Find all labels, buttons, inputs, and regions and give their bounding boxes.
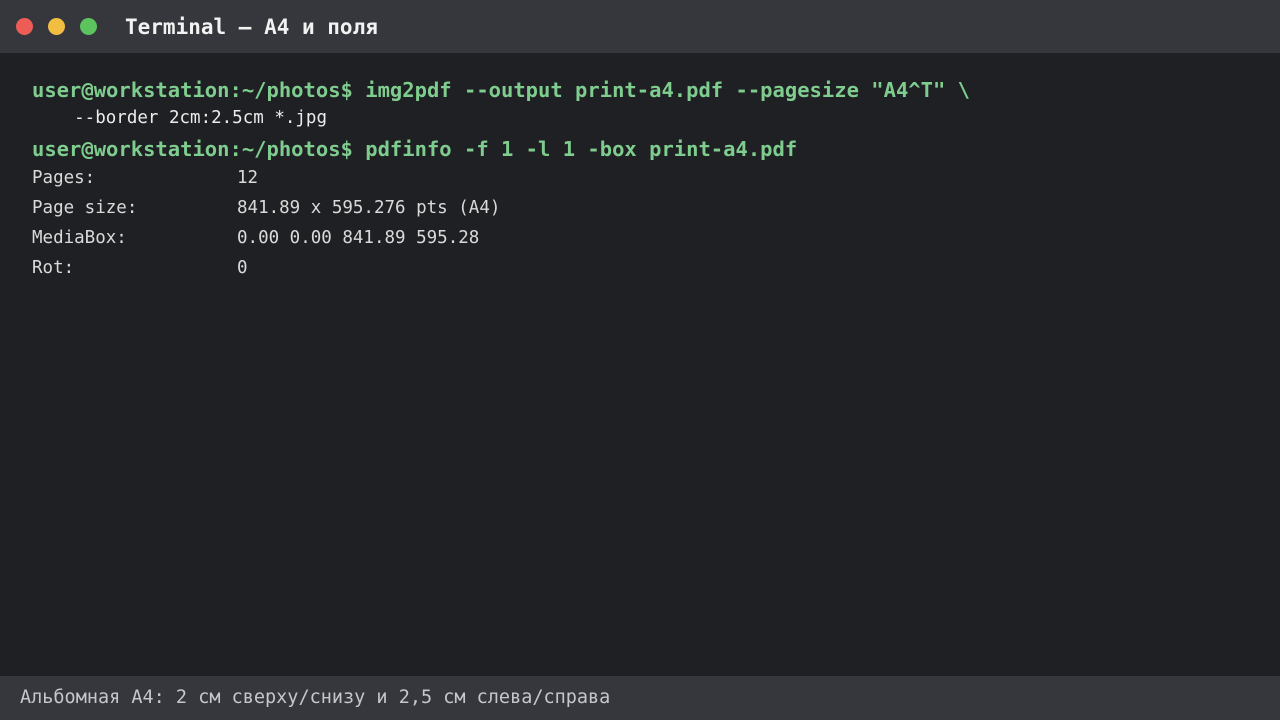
status-text: Альбомная A4: 2 см сверху/снизу и 2,5 см… [20, 687, 611, 708]
output-value: 0.00 0.00 841.89 595.28 [237, 228, 480, 248]
output-key: Page size: [32, 198, 138, 218]
output-row-rot: Rot: 0 [32, 257, 732, 279]
output-key: Rot: [32, 258, 75, 278]
minimize-window-icon[interactable] [48, 18, 65, 35]
output-row-pages: Pages: 12 [32, 167, 732, 189]
output-key: MediaBox: [32, 228, 127, 248]
output-value: 0 [237, 258, 248, 278]
status-bar: Альбомная A4: 2 см сверху/снизу и 2,5 см… [0, 676, 1280, 720]
close-window-icon[interactable] [16, 18, 33, 35]
output-row-page-size: Page size: 841.89 x 595.276 pts (A4) [32, 197, 732, 219]
output-key: Pages: [32, 168, 96, 188]
output-value: 12 [237, 168, 259, 188]
terminal-output-area[interactable]: user@workstation:~/photos$ img2pdf --out… [32, 53, 1262, 673]
window-title: Terminal — A4 и поля [125, 15, 378, 39]
title-bar: Terminal — A4 и поля [0, 0, 1280, 53]
terminal-window: Terminal — A4 и поля user@workstation:~/… [0, 0, 1280, 720]
output-value: 841.89 x 595.276 pts (A4) [237, 198, 501, 218]
command-continuation-line: --border 2cm:2.5cm *.jpg [32, 108, 328, 128]
output-row-mediabox: MediaBox: 0.00 0.00 841.89 595.28 [32, 227, 732, 249]
command-line-img2pdf: user@workstation:~/photos$ img2pdf --out… [32, 78, 970, 102]
command-line-pdfinfo: user@workstation:~/photos$ pdfinfo -f 1 … [32, 137, 798, 161]
maximize-window-icon[interactable] [80, 18, 97, 35]
